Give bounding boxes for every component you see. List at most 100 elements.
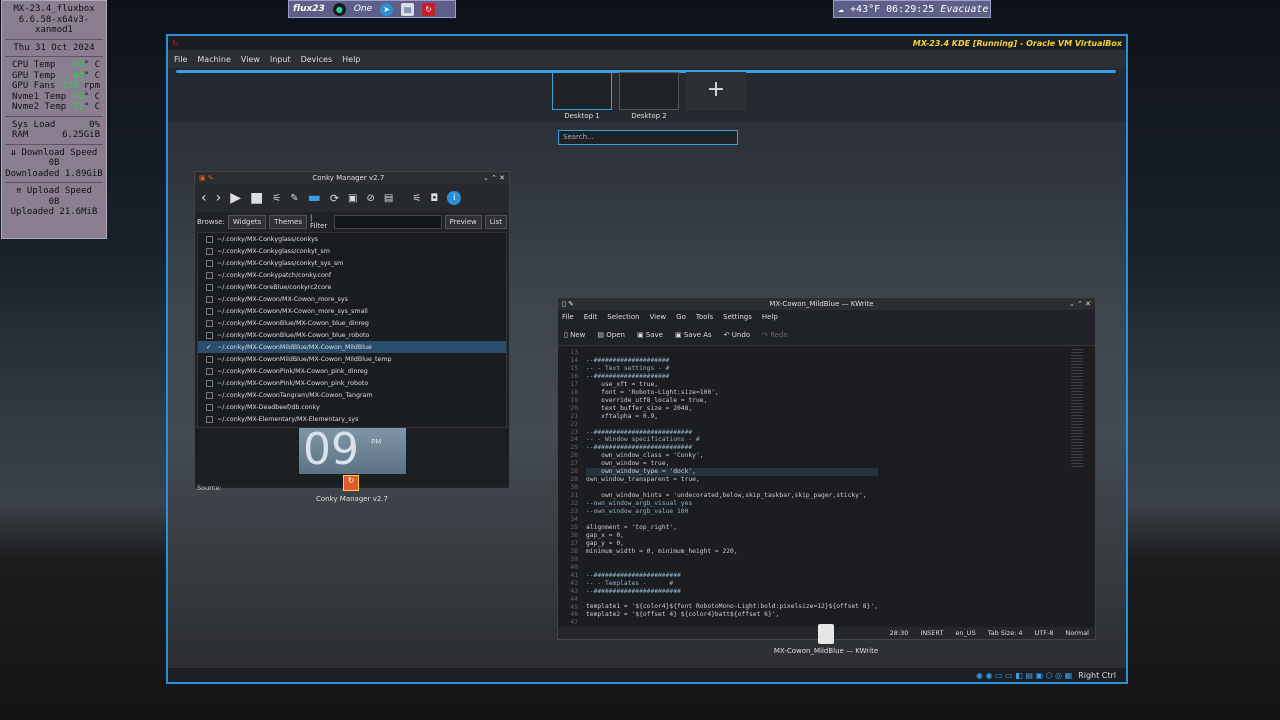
code-line[interactable]: font = 'Roboto-Light:size=100', xyxy=(586,389,878,397)
search-input[interactable]: Search... xyxy=(558,130,738,145)
preferences-icon[interactable]: ⚟ xyxy=(412,193,421,204)
encoding[interactable]: UTF-8 xyxy=(1035,629,1054,637)
widget-list-item[interactable]: ✓ ~/.conky/MX-CowonMildBlue/MX-Cowon_Mild… xyxy=(198,341,506,353)
code-line[interactable]: -- - Templates - # xyxy=(586,580,878,588)
code-line[interactable]: --####################### xyxy=(586,572,878,580)
save-as-button[interactable]: ▣ Save As xyxy=(675,331,712,339)
themes-tab[interactable]: Themes xyxy=(269,215,307,229)
widget-checkbox[interactable] xyxy=(206,415,213,423)
window-controls[interactable]: ⌄ ⌃ ✕ xyxy=(1069,300,1091,308)
camera-icon[interactable]: ◘ xyxy=(430,193,438,204)
widget-checkbox[interactable] xyxy=(206,379,213,387)
undo-button[interactable]: ↶ Undo xyxy=(724,331,750,339)
folder-icon[interactable]: ▬ xyxy=(308,190,321,206)
play-icon[interactable]: ▶ xyxy=(230,190,241,206)
code-line[interactable]: own_window_transparent = true, xyxy=(586,476,878,484)
widget-list-item[interactable]: ~/.conky/MX-Deadbeef/db.conky xyxy=(198,401,506,413)
widget-list-item[interactable]: ~/.conky/MX-CowonTangram/MX-Cowon_Tangra… xyxy=(198,389,506,401)
code-line[interactable]: --own_window_argb_visual yes xyxy=(586,500,878,508)
dock-dot-icon[interactable]: ● xyxy=(332,2,346,16)
code-line[interactable]: alignment = 'top_right', xyxy=(586,524,878,532)
menu-input[interactable]: Input xyxy=(270,55,291,64)
kw-task-label[interactable]: MX-Cowon_MildBlue — KWrite xyxy=(760,647,892,655)
kw-menu-tools[interactable]: Tools xyxy=(696,313,713,321)
new-button[interactable]: ▯ New xyxy=(564,331,585,339)
code-line[interactable]: -- - Text settings - # xyxy=(586,365,878,373)
code-line[interactable]: -- - Window specifications - # xyxy=(586,436,878,444)
kw-menu-view[interactable]: View xyxy=(650,313,667,321)
widget-list-item[interactable]: ~/.conky/MX-Conkyglass/conkyt_sm xyxy=(198,245,506,257)
code-line[interactable] xyxy=(586,564,878,572)
menu-file[interactable]: File xyxy=(174,55,187,64)
kw-menu-settings[interactable]: Settings xyxy=(723,313,752,321)
cm-task-label[interactable]: Conky Manager v2.7 xyxy=(300,495,404,503)
document-icon[interactable]: ▤ xyxy=(401,2,415,16)
widget-checkbox[interactable] xyxy=(206,283,213,291)
code-line[interactable]: --########################## xyxy=(586,429,878,437)
mx-logo-icon[interactable]: ↻ xyxy=(422,2,436,16)
menu-help[interactable]: Help xyxy=(342,55,360,64)
widget-list-item[interactable]: ~/.conky/MX-Cowon/MX-Cowon_more_sys xyxy=(198,293,506,305)
syntax-mode[interactable]: Normal xyxy=(1065,629,1089,637)
code-line[interactable]: minimum_width = 0, minimum_height = 220, xyxy=(586,548,878,556)
code-line[interactable]: template1 = '${color4}${font RobotoMono-… xyxy=(586,603,878,611)
code-line[interactable]: --own_window_argb_value 100 xyxy=(586,508,878,516)
widget-list-item[interactable]: ~/.conky/MX-Conkyglass/conkys xyxy=(198,233,506,245)
widget-checkbox[interactable] xyxy=(206,331,213,339)
stop-icon[interactable]: ■ xyxy=(250,190,263,206)
menu-devices[interactable]: Devices xyxy=(301,55,333,64)
widget-list-item[interactable]: ~/.conky/MX-CoreBlue/conkyrc2core xyxy=(198,281,506,293)
info-icon[interactable]: i xyxy=(447,191,462,205)
widget-checkbox[interactable] xyxy=(206,319,213,327)
widget-list-item[interactable]: ~/.conky/MX-CowonBlue/MX-Cowon_blue_dinr… xyxy=(198,317,506,329)
editor-area[interactable]: 13 14 15 16 17 18 19 20 21 22 23 24 25 26 27 28 29 30 31 32… xyxy=(558,347,1095,629)
forward-icon[interactable]: › xyxy=(216,190,222,206)
code-line[interactable]: own_window_type = 'dock', xyxy=(586,468,878,477)
exit-button[interactable]: Evacuate xyxy=(940,4,988,15)
widget-checkbox[interactable] xyxy=(206,355,213,363)
code-line[interactable]: --########################## xyxy=(586,444,878,452)
widget-list-item[interactable]: ~/.conky/MX-Cowon/MX-Cowon_more_sys_smal… xyxy=(198,305,506,317)
widget-checkbox[interactable] xyxy=(206,367,213,375)
widget-list-item[interactable]: ~/.conky/MX-Elementary/MX-Elementary_sys xyxy=(198,413,506,425)
code-line[interactable] xyxy=(586,595,878,603)
minimap[interactable] xyxy=(1071,349,1083,469)
code-text[interactable]: --#################### -- - Text settings… xyxy=(586,349,878,627)
code-line[interactable] xyxy=(586,516,878,524)
back-icon[interactable]: ‹ xyxy=(201,190,207,206)
cm-task-icon[interactable]: ↻ xyxy=(343,475,359,491)
code-line[interactable] xyxy=(586,421,878,429)
code-line[interactable]: own_window_hints = 'undecorated,below,sk… xyxy=(586,492,878,500)
kw-menu-edit[interactable]: Edit xyxy=(584,313,598,321)
save-button[interactable]: ▣ Save xyxy=(637,331,663,339)
screenshot-icon[interactable]: ▣ xyxy=(348,193,357,204)
menu-view[interactable]: View xyxy=(241,55,260,64)
code-line[interactable]: use_xft = true, xyxy=(586,381,878,389)
code-line[interactable]: --#################### xyxy=(586,357,878,365)
preview-button[interactable]: Preview xyxy=(444,215,482,229)
language[interactable]: en_US xyxy=(955,629,975,637)
kill-icon[interactable]: ⊘ xyxy=(367,193,375,204)
widget-list-item[interactable]: ~/.conky/MX-CowonMildBlue/MX-Cowon_MildB… xyxy=(198,353,506,365)
code-line[interactable]: override_utf8_locale = true, xyxy=(586,397,878,405)
widget-checkbox[interactable] xyxy=(206,295,213,303)
input-mode[interactable]: INSERT xyxy=(920,629,943,637)
widget-checkbox[interactable]: ✓ xyxy=(206,343,213,351)
desktop-1-thumb[interactable] xyxy=(552,72,612,110)
widget-list-item[interactable]: ~/.conky/MX-Conkypatch/conky.conf xyxy=(198,269,506,281)
widget-checkbox[interactable] xyxy=(206,271,213,279)
edit-icon[interactable]: ✎ xyxy=(290,193,298,204)
code-line[interactable]: --####################### xyxy=(586,588,878,596)
settings-sliders-icon[interactable]: ⚟ xyxy=(272,193,281,204)
widget-checkbox[interactable] xyxy=(206,259,213,267)
export-icon[interactable]: ▤ xyxy=(384,193,393,204)
code-line[interactable]: template2 = '${offset 4} ${color4}batt${… xyxy=(586,611,878,619)
browser-icon[interactable]: ➤ xyxy=(380,2,394,16)
widget-list-item[interactable]: ~/.conky/MX-Conkyglass/conkyt_sys_sm xyxy=(198,257,506,269)
refresh-icon[interactable]: ⟳ xyxy=(330,192,339,205)
code-line[interactable]: gap_y = 0, xyxy=(586,540,878,548)
code-line[interactable]: --#################### xyxy=(586,373,878,381)
code-line[interactable]: own_window_class = 'Conky', xyxy=(586,452,878,460)
widget-checkbox[interactable] xyxy=(206,247,213,255)
add-desktop-button[interactable]: + xyxy=(686,72,746,110)
